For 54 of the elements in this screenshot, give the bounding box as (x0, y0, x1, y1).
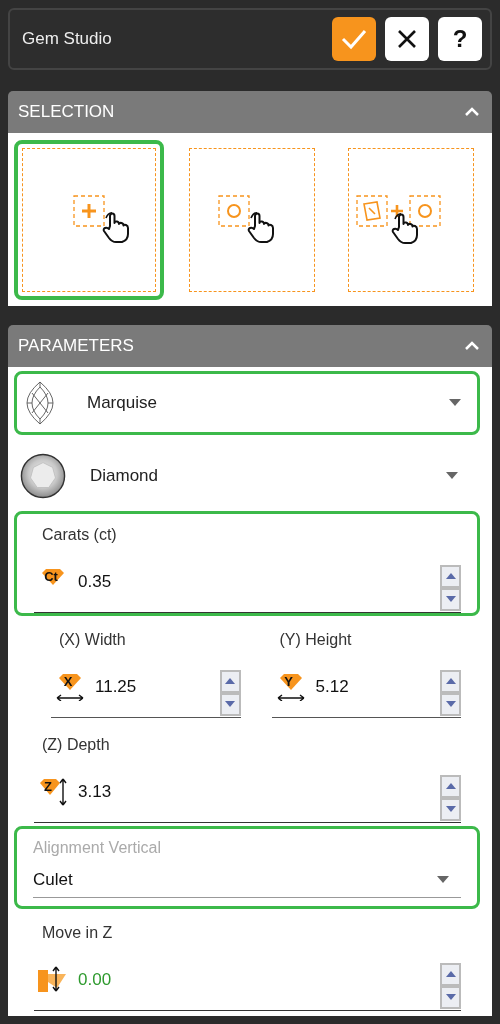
caret-up-icon (445, 783, 456, 790)
move-z-icon (38, 965, 68, 994)
field-label: (Y) Height (278, 630, 353, 650)
value-field[interactable]: 3.13 (78, 781, 440, 802)
dropdown-value: Culet (33, 869, 73, 890)
increment-button[interactable] (440, 962, 461, 986)
round-gem-icon (20, 451, 66, 500)
section-title: PARAMETERS (18, 335, 134, 356)
check-icon (341, 27, 367, 50)
field-label: Carats (ct) (41, 525, 118, 545)
value-field[interactable]: 0.00 (78, 969, 440, 990)
decrement-button[interactable] (440, 797, 461, 821)
close-button[interactable] (385, 16, 429, 61)
value-field[interactable]: 11.25 (95, 676, 220, 697)
caret-down-icon (445, 806, 456, 813)
increment-button[interactable] (440, 564, 461, 588)
caret-down-icon (445, 994, 456, 1001)
decrement-button[interactable] (440, 587, 461, 611)
decrement-button[interactable] (440, 692, 461, 716)
decrement-button[interactable] (440, 985, 461, 1009)
increment-button[interactable] (440, 774, 461, 798)
collapse-icon[interactable] (464, 106, 480, 117)
close-icon (397, 28, 417, 49)
section-header[interactable]: SELECTION (8, 90, 492, 133)
section-header[interactable]: PARAMETERS (8, 324, 492, 367)
field-label: (X) Width (58, 630, 127, 650)
value-field[interactable]: 0.35 (78, 571, 440, 592)
alignment-dropdown[interactable]: Culet (33, 862, 461, 898)
increment-button[interactable] (219, 669, 241, 693)
field-label: (Z) Depth (41, 735, 111, 755)
value-field[interactable]: 5.12 (315, 676, 440, 697)
field-label: Move in Z (41, 923, 114, 943)
dropdown-caret-icon[interactable] (449, 399, 461, 407)
field-label: Alignment Vertical (33, 837, 163, 858)
marquise-gem-icon (26, 380, 54, 425)
dropdown-value[interactable]: Marquise (87, 392, 449, 413)
selection-option[interactable] (14, 139, 164, 300)
caret-up-icon (445, 971, 456, 978)
help-button[interactable]: ? (438, 16, 482, 61)
dropdown-caret-icon[interactable] (446, 472, 458, 480)
dropdown-caret-icon[interactable] (437, 876, 449, 884)
caret-up-icon (225, 678, 235, 685)
caret-down-icon (225, 701, 235, 708)
caret-up-icon (445, 678, 456, 685)
collapse-icon[interactable] (464, 340, 480, 351)
window-title: Gem Studio (22, 28, 113, 49)
confirm-button[interactable] (332, 16, 376, 61)
dropdown-value[interactable]: Diamond (90, 465, 446, 486)
caret-up-icon (445, 573, 456, 580)
caret-down-icon (445, 701, 456, 708)
increment-button[interactable] (440, 669, 461, 693)
caret-down-icon (445, 596, 456, 603)
decrement-button[interactable] (219, 692, 241, 716)
section-title: SELECTION (18, 101, 115, 122)
